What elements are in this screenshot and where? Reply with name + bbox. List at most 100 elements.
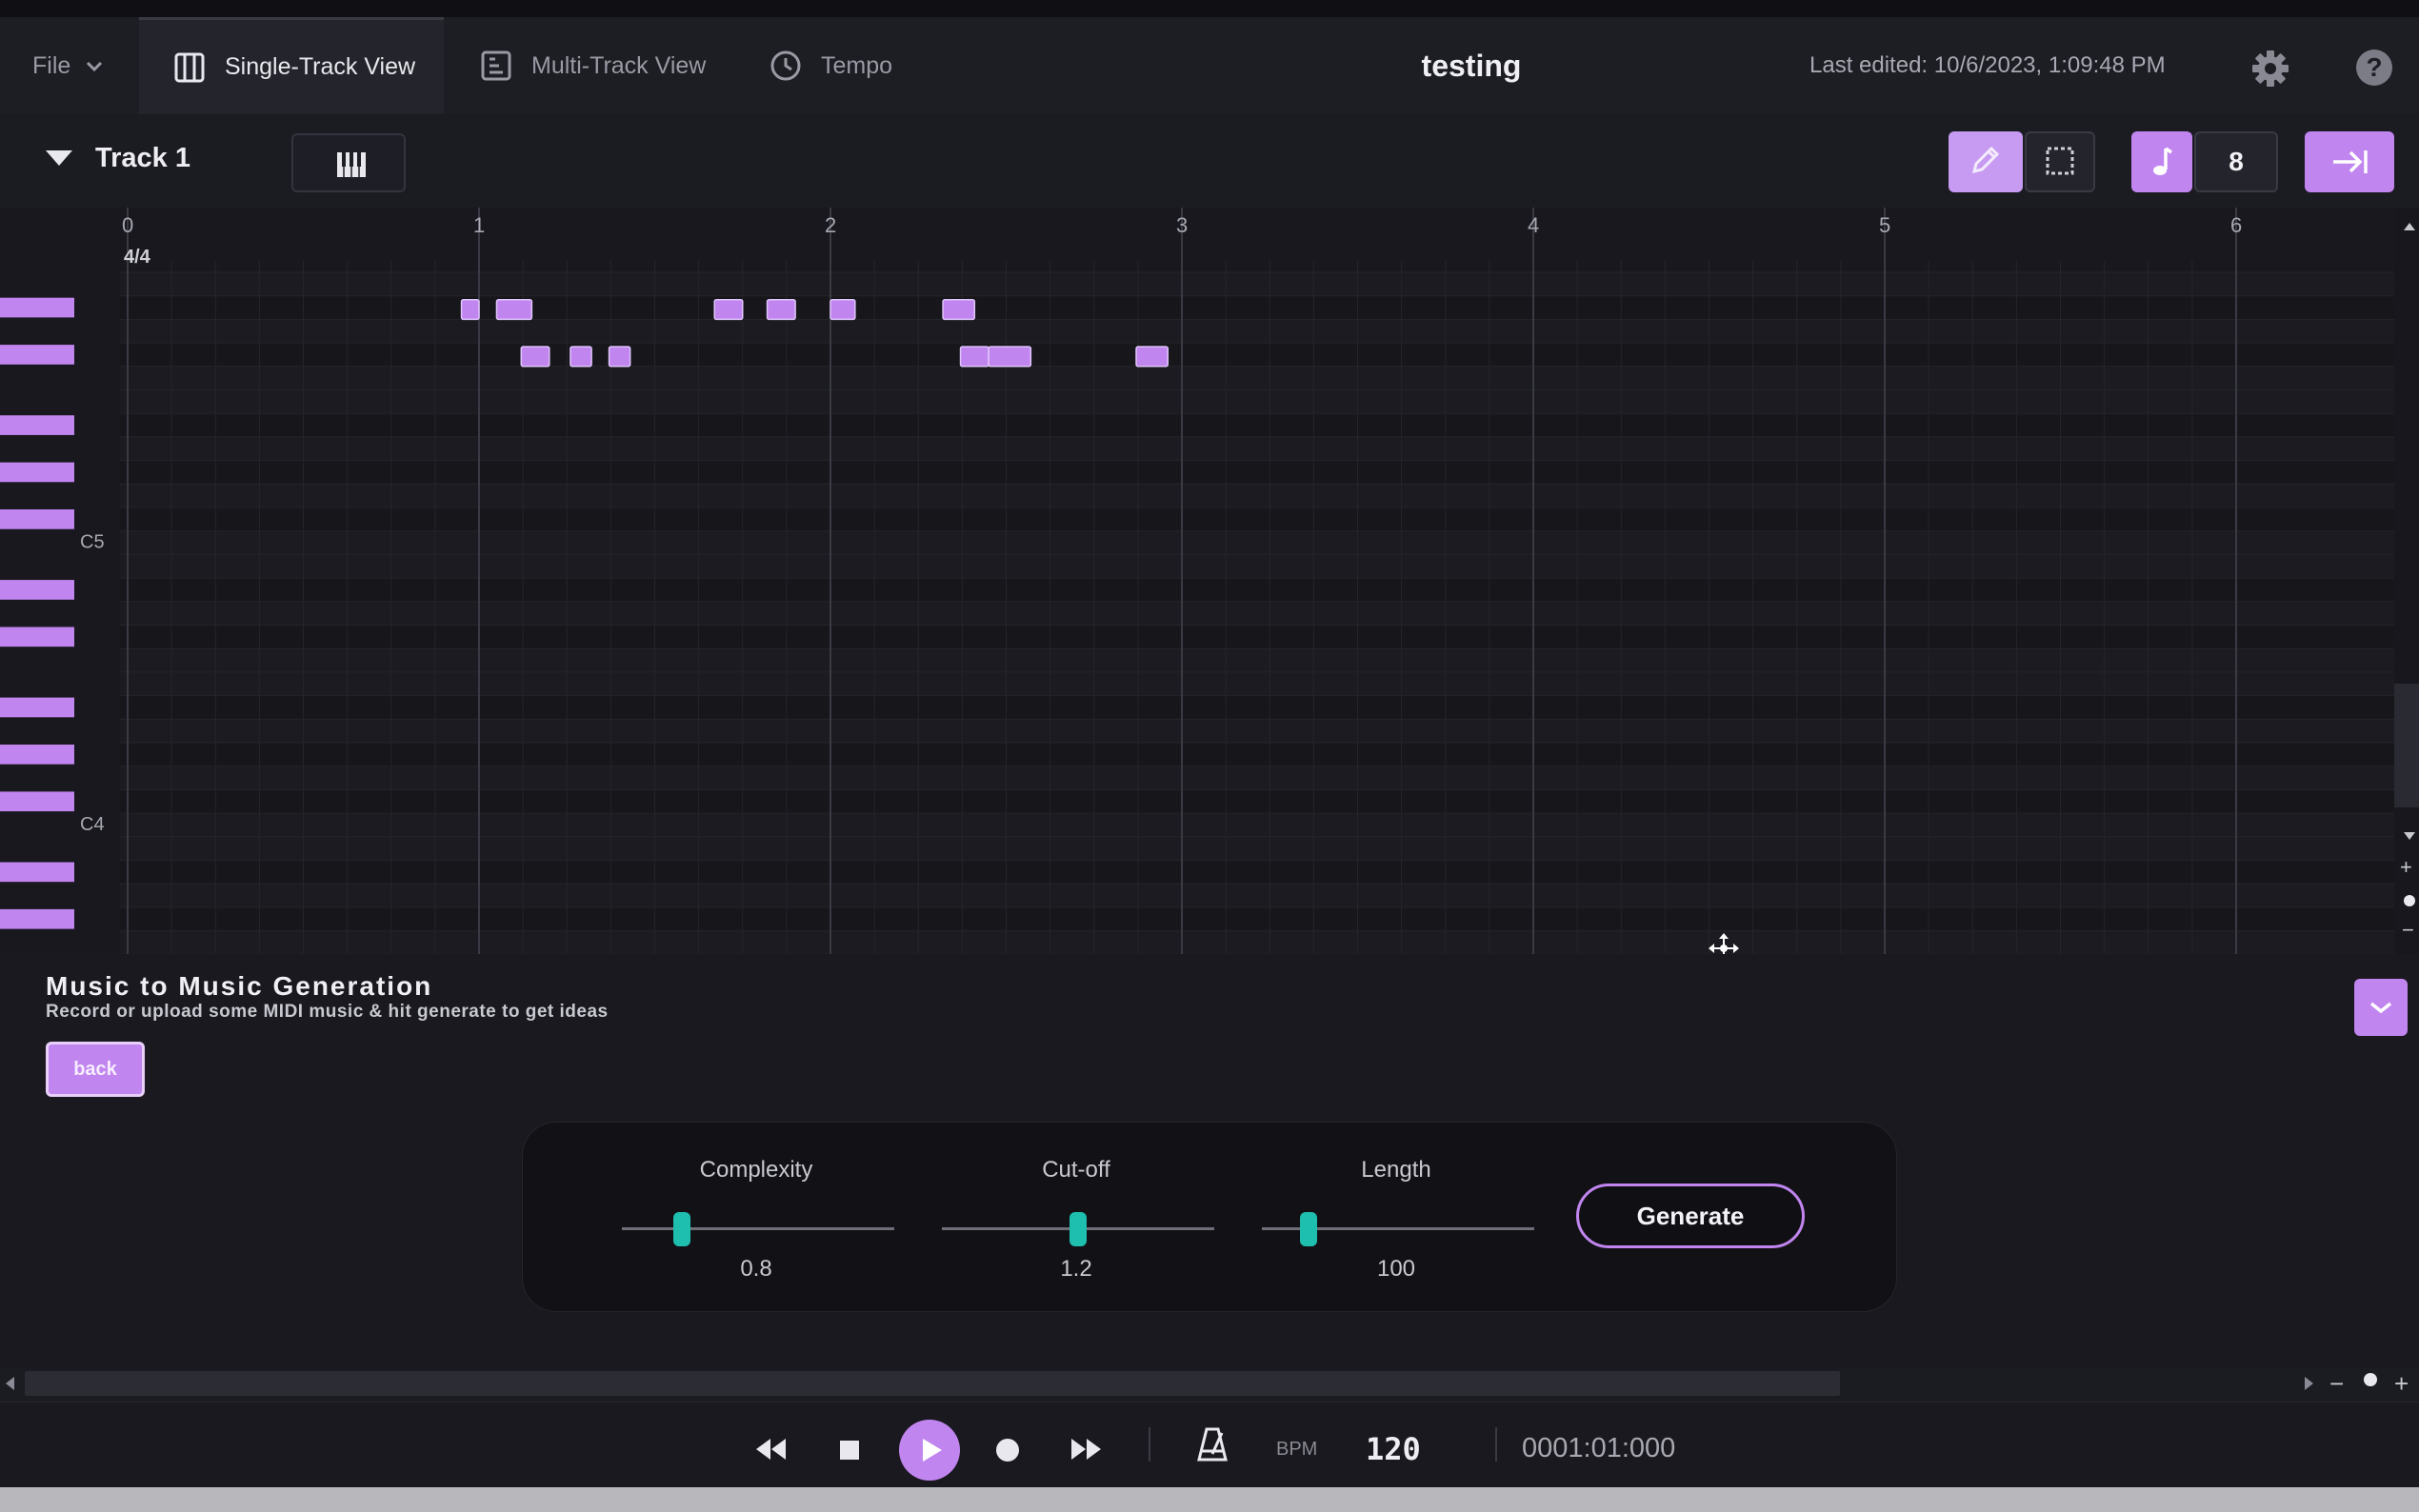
piano-key-black[interactable] [0,791,74,812]
piano-key-black[interactable] [0,627,74,647]
help-icon[interactable]: ? [2356,50,2392,86]
zoom-reset-icon[interactable] [2364,1373,2377,1386]
piano-key-black[interactable] [0,509,74,529]
track-header: Track 1 8 [0,114,2419,208]
bpm-value[interactable]: 120 [1366,1431,1421,1467]
complexity-label: Complexity [699,1157,813,1183]
single-track-icon [174,52,205,82]
vertical-scrollbar[interactable]: + − [2394,223,2419,942]
bpm-label: BPM [1276,1439,1318,1460]
grid-row [120,860,2394,885]
grid-row [120,695,2394,720]
piano-key-black[interactable] [0,745,74,765]
tab-multi-label: Multi-Track View [531,51,707,79]
piano-key-black[interactable] [0,415,74,435]
piano-key-black[interactable] [0,462,74,483]
grid-row [120,813,2394,837]
scroll-left-icon[interactable] [6,1377,14,1390]
fast-forward-icon[interactable] [1069,1437,1103,1462]
midi-note[interactable] [830,298,856,321]
file-menu[interactable]: File [32,17,105,114]
back-button[interactable]: back [46,1042,145,1097]
midi-note[interactable] [766,298,796,321]
tab-multi-track-view[interactable]: Multi-Track View [480,17,706,114]
clock-icon [770,50,801,81]
grid-row [120,530,2394,555]
svg-text:+: + [2400,855,2412,879]
octave-label: C4 [80,814,105,835]
grid-row [120,789,2394,814]
cutoff-slider-group: Cut-off 1.2 [938,1123,1214,1313]
midi-note[interactable] [460,298,480,321]
piano-key-black[interactable] [0,862,74,883]
gear-icon[interactable] [2251,50,2289,88]
select-tool-button[interactable] [2025,131,2095,192]
pencil-icon [1971,146,2000,174]
length-slider-thumb[interactable] [1299,1212,1317,1246]
piano-key-black[interactable] [0,908,74,929]
tab-tempo[interactable]: Tempo [770,17,892,114]
snap-value-field[interactable]: 8 [2194,131,2278,192]
tab-single-track-view[interactable]: Single-Track View [139,17,444,114]
bar-label: 1 [473,213,485,237]
zoom-in-icon[interactable]: + [2394,1369,2409,1399]
scroll-right-icon[interactable] [2305,1377,2313,1390]
collapse-panel-button[interactable] [2354,979,2408,1036]
bar-label: 2 [825,213,836,237]
rewind-icon[interactable] [754,1437,789,1462]
bar-label: 5 [1879,213,1890,237]
complexity-slider-thumb[interactable] [672,1212,690,1246]
horizontal-scroll-thumb[interactable] [25,1371,1840,1396]
piano-roll[interactable]: 4/4 0123456 C5C4C3 + − [0,208,2419,954]
piano-key-black[interactable] [0,580,74,600]
midi-note[interactable] [570,346,592,368]
record-button[interactable] [996,1439,1019,1462]
piano-view-button[interactable] [291,133,406,192]
midi-note[interactable] [942,298,976,321]
grid-row [120,578,2394,602]
grid-row [120,906,2394,931]
track-name[interactable]: Track 1 [95,143,190,174]
horizontal-scrollbar[interactable]: − + [0,1367,2419,1402]
time-position-display: 0001:01:000 [1522,1433,1676,1463]
metronome-icon[interactable] [1196,1425,1229,1463]
pencil-tool-button[interactable] [1949,131,2023,192]
piano-roll-canvas[interactable]: 4/4 0123456 C5C4C3 + − [0,208,2419,954]
grid-row [120,719,2394,743]
stop-button[interactable] [840,1441,859,1460]
bar-label: 3 [1176,213,1188,237]
midi-note[interactable] [495,298,533,321]
midi-note[interactable] [608,346,631,368]
grid-row [120,319,2394,344]
midi-note[interactable] [520,346,550,368]
midi-note[interactable] [713,298,744,321]
piano-key-black[interactable] [0,297,74,318]
select-icon [2046,147,2074,175]
project-title[interactable]: testing [1333,17,1609,114]
grid-row [120,743,2394,766]
midi-note[interactable] [988,346,1032,368]
complexity-slider-track[interactable] [622,1227,894,1230]
zoom-out-icon[interactable]: − [2329,1369,2344,1399]
play-button[interactable] [899,1420,960,1481]
jump-to-end-button[interactable] [2305,131,2394,192]
grid-row [120,436,2394,461]
generate-button[interactable]: Generate [1576,1184,1805,1248]
jump-to-end-icon [2333,150,2368,173]
multi-track-icon [481,50,511,81]
piano-key-black[interactable] [0,697,74,718]
collapse-track-caret-icon[interactable] [46,150,72,166]
midi-note[interactable] [1135,346,1169,368]
piano-key-black[interactable] [0,345,74,365]
note-length-button[interactable] [2131,131,2192,192]
generation-subtitle: Record or upload some MIDI music & hit g… [46,1002,609,1022]
grid-row [120,389,2394,414]
length-value: 100 [1376,1256,1416,1282]
chevron-down-icon [2369,1002,2392,1014]
chevron-down-icon [87,61,103,72]
tab-tempo-label: Tempo [821,51,893,79]
midi-note[interactable] [959,346,990,368]
tab-single-label: Single-Track View [225,53,416,80]
piano-keys[interactable] [0,208,120,954]
cutoff-slider-thumb[interactable] [1070,1212,1087,1246]
